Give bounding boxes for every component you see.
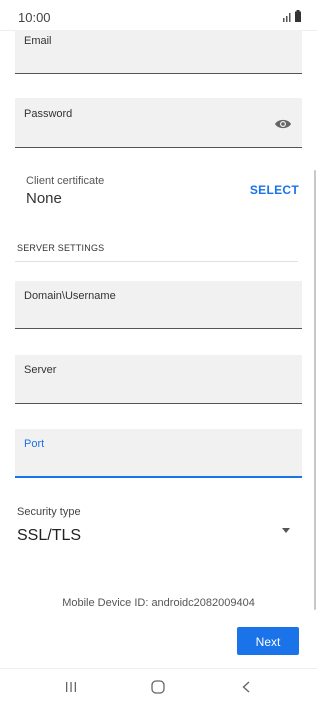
status-bar: 10:00 xyxy=(0,0,317,31)
signal-icon xyxy=(283,13,291,22)
status-time: 10:00 xyxy=(18,10,51,25)
home-icon[interactable] xyxy=(151,680,165,694)
client-certificate-value: None xyxy=(26,190,62,207)
status-icons xyxy=(283,10,301,22)
next-button[interactable]: Next xyxy=(237,627,299,655)
port-label: Port xyxy=(24,438,45,450)
email-field[interactable]: Email xyxy=(15,30,302,74)
client-certificate-label: Client certificate xyxy=(26,175,105,187)
security-type-label: Security type xyxy=(17,506,81,518)
recents-icon[interactable] xyxy=(65,681,77,693)
device-id-text: Mobile Device ID: androidc2082009404 xyxy=(62,597,255,609)
server-label: Server xyxy=(24,364,57,376)
scrollbar[interactable] xyxy=(314,170,316,610)
server-settings-header: SERVER SETTINGS xyxy=(17,243,105,253)
port-field[interactable]: Port xyxy=(15,429,302,478)
select-certificate-button[interactable]: SELECT xyxy=(250,183,299,197)
domain-username-label: Domain\Username xyxy=(24,290,116,302)
eye-icon[interactable] xyxy=(274,118,292,130)
dropdown-arrow-icon[interactable] xyxy=(282,528,290,533)
security-type-select[interactable]: SSL/TLS xyxy=(17,527,81,545)
navigation-bar xyxy=(0,668,317,707)
back-icon[interactable] xyxy=(242,681,250,693)
battery-icon xyxy=(295,10,301,22)
email-label: Email xyxy=(24,35,52,47)
section-divider xyxy=(15,261,298,262)
password-label: Password xyxy=(24,108,73,120)
password-field[interactable]: Password xyxy=(15,98,302,148)
server-field[interactable]: Server xyxy=(15,355,302,404)
domain-username-field[interactable]: Domain\Username xyxy=(15,281,302,329)
